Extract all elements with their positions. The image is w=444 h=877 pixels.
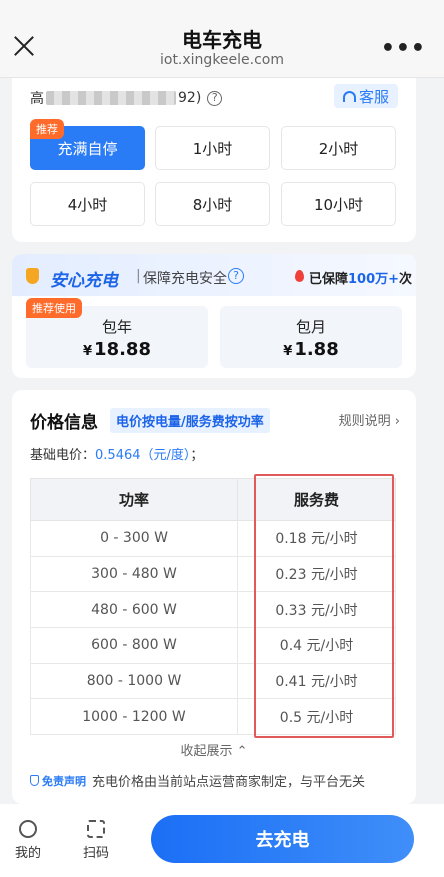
package-name: 包年 — [101, 318, 132, 336]
top-bar: 电车充电 iot.xingkeele.com ••• — [0, 0, 444, 78]
collapse-toggle[interactable]: 收起展示 ⌃ — [12, 740, 416, 759]
insurance-desc: 保障充电安全 — [143, 271, 227, 287]
guarantee-count: 已保障100万+次 — [309, 268, 412, 287]
duration-label: 充满自停 — [57, 139, 118, 158]
headset-icon — [342, 90, 356, 102]
duration-label: 10小时 — [313, 195, 364, 214]
base-price: 基础电价：0.5464（元/度）； — [30, 448, 204, 463]
fire-icon — [295, 270, 304, 282]
shield-icon — [30, 775, 39, 786]
help-icon[interactable]: ? — [207, 90, 223, 106]
package-price: ¥1.88 — [283, 339, 339, 360]
package-price: ¥18.88 — [83, 339, 151, 360]
nav-mine[interactable]: 我的 — [8, 820, 48, 861]
duration-option-10h[interactable]: 10小时 — [281, 182, 396, 226]
page-title: 电车充电 — [182, 28, 262, 52]
more-menu-icon[interactable]: ••• — [381, 36, 426, 61]
start-charging-button[interactable]: 去充电 — [151, 815, 414, 863]
base-price-value: 0.5464（元/度） — [95, 448, 191, 463]
page-url: iot.xingkeele.com — [159, 52, 285, 68]
disclaimer: 免责声明 充电价格由当前站点运营商家制定，与平台无关 — [30, 771, 365, 790]
recommend-tag: 推荐使用 — [26, 298, 82, 318]
bottom-bar: 我的 扫码 去充电 — [0, 804, 444, 877]
package-monthly[interactable]: 包月 ¥1.88 — [220, 306, 402, 368]
guarantee-suffix: 次 — [399, 272, 413, 287]
duration-label: 2小时 — [318, 139, 359, 158]
disclaimer-text: 充电价格由当前站点运营商家制定，与平台无关 — [92, 775, 366, 790]
user-icon — [19, 820, 37, 838]
duration-option-2h[interactable]: 2小时 — [281, 126, 396, 170]
rules-link[interactable]: 规则说明 › — [339, 410, 400, 429]
nav-scan[interactable]: 扫码 — [76, 820, 116, 861]
duration-label: 8小时 — [192, 195, 233, 214]
shield-icon — [26, 268, 39, 284]
duration-option-8h[interactable]: 8小时 — [155, 182, 270, 226]
duration-option-1h[interactable]: 1小时 — [155, 126, 270, 170]
insurance-card: 安心充电 | 保障充电安全 ? 已保障100万+次 推荐使用 包年 ¥18.88… — [12, 254, 416, 378]
package-name: 包月 — [295, 318, 326, 336]
pricing-mode-chip: 电价按电量/服务费按功率 — [110, 408, 270, 433]
guarantee-prefix: 已保障 — [309, 272, 349, 287]
duration-option-full[interactable]: 推荐 充满自停 — [30, 119, 145, 170]
recommend-tag: 推荐 — [30, 119, 64, 139]
nav-scan-label: 扫码 — [82, 846, 109, 861]
device-name-prefix: 高 — [30, 91, 44, 107]
service-fee-highlight-box — [254, 474, 394, 738]
separator: | — [136, 268, 141, 284]
help-icon[interactable]: ? — [228, 268, 244, 284]
insurance-brand: 安心充电 — [50, 271, 118, 291]
nav-mine-label: 我的 — [14, 846, 41, 861]
duration-option-4h[interactable]: 4小时 — [30, 182, 145, 226]
duration-label: 4小时 — [67, 195, 108, 214]
price-info-card: 价格信息 电价按电量/服务费按功率 规则说明 › 基础电价：0.5464（元/度… — [12, 390, 416, 804]
customer-service-label: 客服 — [358, 87, 389, 106]
device-name-row: 高 92) ? — [30, 86, 223, 110]
scan-icon — [87, 820, 105, 838]
disclaimer-tag: 免责声明 — [30, 773, 86, 789]
duration-label: 1小时 — [192, 139, 233, 158]
masked-device-id — [46, 91, 176, 105]
table-header: 功率 — [30, 478, 238, 521]
device-name-suffix: 92) — [178, 90, 202, 106]
customer-service-button[interactable]: 客服 — [334, 84, 398, 108]
duration-card: 高 92) ? 客服 推荐 充满自停 1小时 2小时 4小时 8小时 10小时 — [12, 78, 416, 242]
guarantee-number: 100万+ — [348, 272, 400, 287]
price-info-title: 价格信息 — [30, 413, 98, 433]
